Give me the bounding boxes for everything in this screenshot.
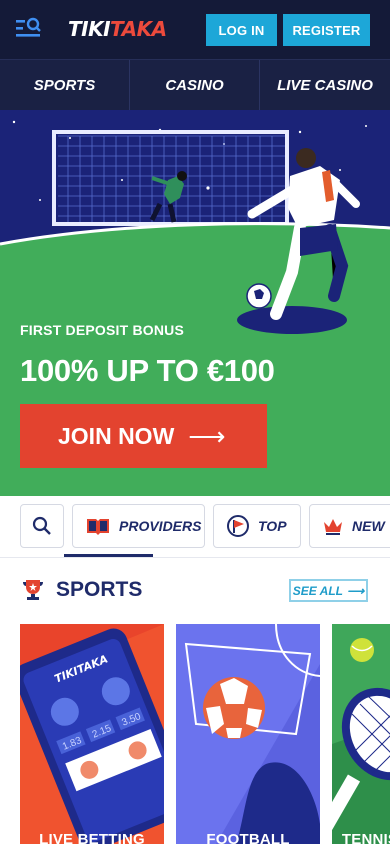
join-now-label: JOIN NOW [58, 422, 175, 449]
sport-card-label: FOOTBALL [206, 831, 290, 844]
search-icon [32, 516, 51, 535]
football-illustration [176, 624, 320, 844]
filter-top[interactable]: TOP [213, 504, 301, 548]
filter-providers[interactable]: PROVIDERS [72, 504, 205, 548]
see-all-button[interactable]: SEE ALL ⟶ [289, 579, 368, 602]
see-all-label: SEE ALL [292, 583, 344, 598]
tennis-illustration [332, 624, 390, 844]
crown-icon [324, 519, 342, 535]
flag-icon [227, 515, 249, 537]
sport-card-live-betting[interactable]: TIKITAKA 1.83 2.15 3.50 LIVE BETTING [20, 624, 164, 844]
active-filter-indicator [64, 554, 153, 557]
hero-title: 100% UP TO €100 [20, 353, 275, 388]
filter-new-label: NEW [352, 518, 385, 534]
logo-part-taka: TAKA [110, 17, 167, 41]
live-betting-illustration: TIKITAKA 1.83 2.15 3.50 [20, 624, 164, 844]
menu-search-icon[interactable] [14, 16, 44, 42]
filter-new[interactable]: NEW [309, 504, 390, 548]
nav-tab-sports[interactable]: SPORTS [0, 60, 130, 110]
nav-tab-live-casino[interactable]: LIVE CASINO [260, 60, 390, 110]
category-filter-bar: PROVIDERS TOP NEW [0, 496, 390, 558]
sport-card-label: TENNIS [341, 831, 390, 844]
book-icon [87, 519, 109, 535]
sport-card-tennis[interactable]: TENNIS [332, 624, 390, 844]
arrow-right-icon: ⟶ [347, 583, 365, 598]
hero-banner[interactable]: FIRST DEPOSIT BONUS 100% UP TO €100 JOIN… [0, 110, 390, 496]
sport-card-label: LIVE BETTING [39, 831, 145, 844]
filter-providers-label: PROVIDERS [119, 518, 202, 534]
sports-section-header: SPORTS SEE ALL ⟶ [0, 558, 390, 620]
register-button[interactable]: REGISTER [283, 14, 370, 46]
nav-tab-casino[interactable]: CASINO [130, 60, 260, 110]
tikitaka-logo[interactable]: TIKITAKA [68, 17, 167, 41]
section-title: SPORTS [56, 578, 143, 601]
logo-part-tiki: TIKI [68, 17, 111, 41]
filter-top-label: TOP [258, 518, 287, 534]
sport-card-football[interactable]: FOOTBALL [176, 624, 320, 844]
main-nav: SPORTS CASINO LIVE CASINO [0, 59, 390, 110]
login-button[interactable]: LOG IN [206, 14, 277, 46]
join-now-button[interactable]: JOIN NOW ⟶ [20, 404, 267, 468]
arrow-right-icon: ⟶ [188, 420, 226, 451]
search-button[interactable] [20, 504, 64, 548]
top-header: TIKITAKA LOG IN REGISTER [0, 0, 390, 59]
trophy-icon [23, 580, 43, 600]
hero-eyebrow: FIRST DEPOSIT BONUS [20, 322, 185, 338]
